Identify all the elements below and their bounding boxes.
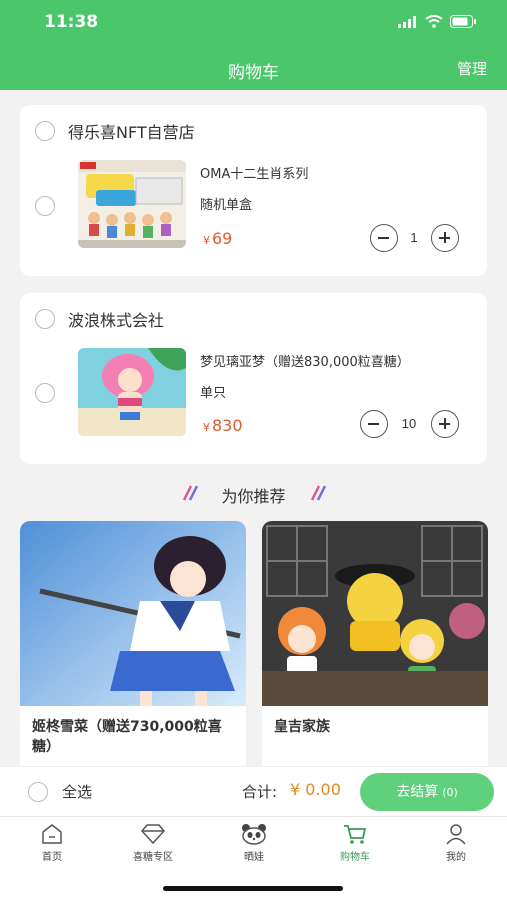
status-icons: [398, 15, 477, 28]
cart-icon: [344, 825, 367, 844]
cart-shop-card: 波浪株式会社 梦见璃亚梦（赠送830,000粒喜糖） 单只 ¥830 10: [20, 293, 487, 464]
price-value: 69: [212, 229, 233, 248]
product-thumbnail[interactable]: [78, 348, 186, 436]
product-thumbnail[interactable]: [78, 160, 186, 248]
total-value: ¥ 0.00: [290, 780, 341, 799]
cart-shop-card: 得乐喜NFT自营店 OMA十二生肖系列 随机单盒 ¥69 1: [20, 105, 487, 276]
total-label: 合计:: [242, 783, 278, 801]
tab-home[interactable]: 首页: [17, 823, 87, 873]
recommend-title: 为你推荐: [221, 487, 286, 506]
quantity-decrease-button[interactable]: [360, 410, 388, 438]
shop-select-radio[interactable]: [35, 309, 55, 329]
tab-label: 晒娃: [244, 852, 264, 863]
checkout-count: (0): [442, 786, 458, 799]
currency-symbol: ¥: [203, 234, 210, 247]
checkout-label: 去结算: [396, 784, 439, 800]
status-time: 11:38: [44, 12, 99, 32]
checkout-button[interactable]: 去结算 (0): [360, 773, 494, 811]
product-price: ¥69: [203, 229, 232, 248]
quantity-value[interactable]: 10: [394, 416, 424, 431]
status-bar: 11:38: [0, 0, 507, 44]
header-bar: 11:38 购物车 管理: [0, 0, 507, 90]
checkout-bar: 全选 合计: ¥ 0.00 去结算 (0): [0, 766, 507, 816]
product-title: 梦见璃亚梦（赠送830,000粒喜糖）: [200, 355, 410, 370]
recommend-name: 姬柊雪菜（赠送730,000粒喜糖）: [32, 719, 222, 755]
signal-icon: [398, 15, 416, 28]
panda-icon: [242, 824, 266, 845]
wifi-icon: [425, 15, 443, 28]
home-icon: [42, 824, 62, 844]
currency-symbol: ¥: [203, 421, 210, 434]
select-all-label[interactable]: 全选: [62, 781, 92, 802]
shop-name: 波浪株式会社: [68, 311, 165, 330]
item-select-radio[interactable]: [35, 196, 55, 216]
recommend-image: [20, 521, 246, 706]
item-select-radio[interactable]: [35, 383, 55, 403]
tab-cart[interactable]: 购物车: [320, 823, 390, 873]
page-title: 购物车: [228, 63, 279, 83]
tab-candy[interactable]: 喜糖专区: [118, 823, 188, 873]
product-price: ¥830: [203, 416, 243, 435]
price-value: 830: [212, 416, 243, 435]
tab-show[interactable]: 晒娃: [219, 823, 289, 873]
quantity-increase-button[interactable]: [431, 410, 459, 438]
home-indicator: [163, 886, 343, 891]
diamond-icon: [141, 824, 165, 845]
recommend-card[interactable]: 皇吉家族: [262, 521, 488, 781]
quantity-decrease-button[interactable]: [370, 224, 398, 252]
recommend-name: 皇吉家族: [274, 719, 330, 735]
shop-name: 得乐喜NFT自营店: [68, 123, 195, 142]
recommend-image: [262, 521, 488, 706]
product-spec: 随机单盒: [200, 198, 253, 213]
tab-label: 购物车: [340, 852, 370, 863]
tab-label: 我的: [446, 852, 466, 863]
decor-slash-icon: [310, 485, 327, 501]
product-title: OMA十二生肖系列: [200, 167, 309, 182]
tab-label: 喜糖专区: [133, 852, 173, 863]
select-all-radio[interactable]: [28, 782, 48, 802]
recommend-card[interactable]: 姬柊雪菜（赠送730,000粒喜糖）: [20, 521, 246, 781]
battery-icon: [450, 15, 476, 28]
manage-button[interactable]: 管理: [457, 58, 487, 79]
quantity-value[interactable]: 1: [399, 230, 429, 245]
tab-label: 首页: [42, 852, 62, 863]
quantity-increase-button[interactable]: [431, 224, 459, 252]
tab-profile[interactable]: 我的: [421, 823, 491, 873]
product-spec: 单只: [200, 386, 227, 401]
shop-select-radio[interactable]: [35, 121, 55, 141]
user-icon: [446, 824, 466, 845]
